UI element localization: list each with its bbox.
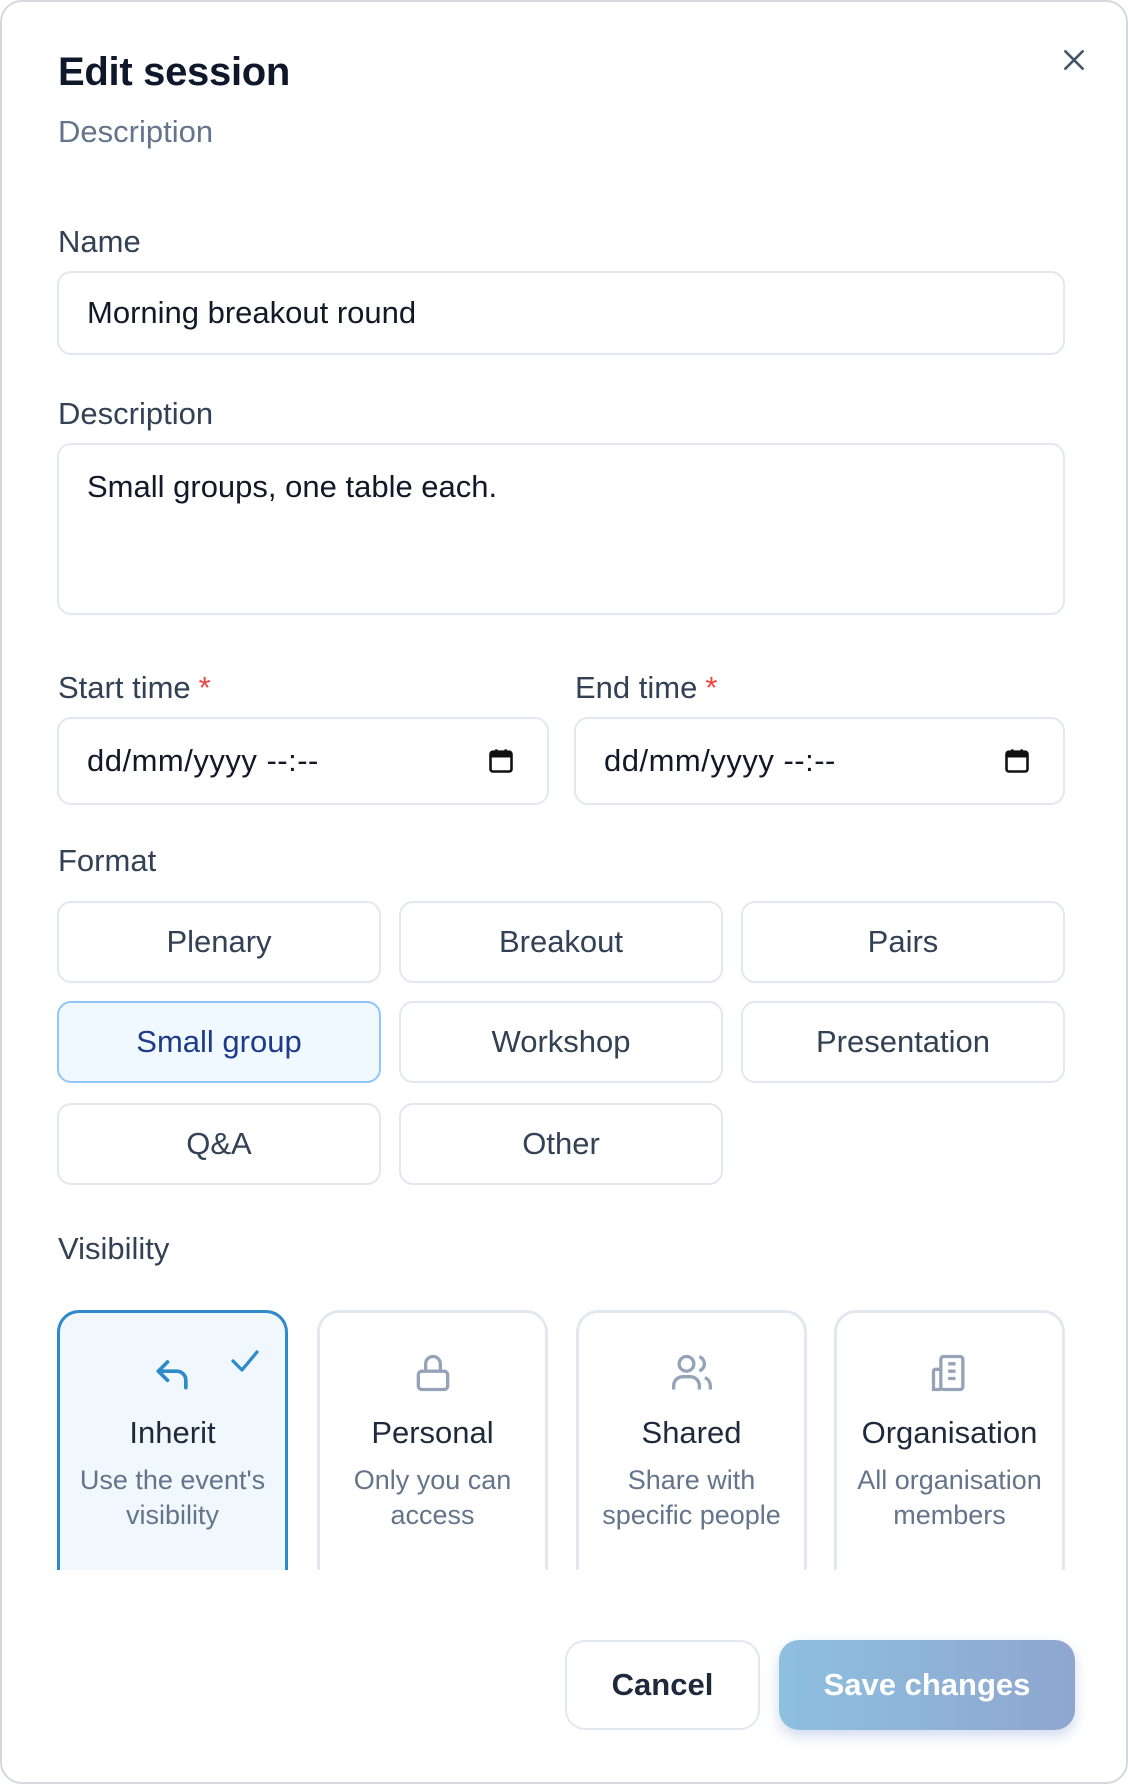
visibility-option-title: Inherit xyxy=(129,1415,216,1450)
format-option-qa[interactable]: Q&A xyxy=(57,1103,381,1185)
visibility-option-title: Organisation xyxy=(861,1415,1038,1450)
save-changes-button[interactable]: Save changes xyxy=(779,1640,1075,1730)
close-button[interactable] xyxy=(1054,40,1094,80)
building-icon xyxy=(931,1354,964,1392)
calendar-icon[interactable] xyxy=(1003,747,1031,775)
format-label: Format xyxy=(58,843,157,878)
visibility-option-title: Shared xyxy=(641,1415,742,1450)
end-time-label-text: End time xyxy=(575,670,698,705)
dialog-subtitle: Description xyxy=(58,114,214,149)
dialog-title: Edit session xyxy=(58,50,291,94)
format-option-other[interactable]: Other xyxy=(399,1103,723,1185)
description-textarea-value: Small groups, one table each. xyxy=(87,469,498,504)
visibility-option-description: Share with specific people xyxy=(602,1465,781,1530)
return-arrow-icon xyxy=(156,1360,188,1390)
required-asterisk: * xyxy=(705,670,718,705)
format-option-breakout[interactable]: Breakout xyxy=(399,901,723,983)
description-label: Description xyxy=(58,396,214,431)
lock-icon xyxy=(416,1354,449,1392)
cancel-button[interactable]: Cancel xyxy=(565,1640,760,1730)
visibility-option-personal[interactable]: Personal Only you can access xyxy=(317,1310,548,1570)
users-icon xyxy=(671,1354,712,1390)
start-time-label: Start time * xyxy=(58,670,211,706)
visibility-option-description: All organisation members xyxy=(857,1465,1042,1530)
end-time-placeholder: dd/mm/yyyy --:-- xyxy=(604,743,836,778)
visibility-option-description: Use the event's visibility xyxy=(79,1465,266,1530)
format-option-presentation[interactable]: Presentation xyxy=(741,1001,1065,1083)
start-time-input[interactable]: dd/mm/yyyy --:-- xyxy=(57,717,549,805)
format-option-plenary[interactable]: Plenary xyxy=(57,901,381,983)
name-input[interactable]: Morning breakout round xyxy=(57,271,1065,355)
close-icon xyxy=(1064,50,1084,70)
visibility-option-shared[interactable]: Shared Share with specific people xyxy=(576,1310,807,1570)
required-asterisk: * xyxy=(198,670,211,705)
visibility-option-inherit[interactable]: Inherit Use the event's visibility xyxy=(57,1310,288,1570)
format-option-workshop[interactable]: Workshop xyxy=(399,1001,723,1083)
visibility-label: Visibility xyxy=(58,1231,170,1266)
name-label: Name xyxy=(58,224,141,259)
edit-session-dialog: Edit session Description Name Morning br… xyxy=(0,0,1128,1784)
format-option-small-group[interactable]: Small group xyxy=(57,1001,381,1083)
start-time-placeholder: dd/mm/yyyy --:-- xyxy=(87,743,319,778)
visibility-option-description: Only you can access xyxy=(353,1465,512,1530)
calendar-icon[interactable] xyxy=(487,747,515,775)
name-input-value: Morning breakout round xyxy=(87,295,417,330)
visibility-option-organisation[interactable]: Organisation All organisation members xyxy=(834,1310,1065,1570)
checkmark-icon xyxy=(231,1350,259,1372)
end-time-label: End time * xyxy=(575,670,717,706)
format-option-pairs[interactable]: Pairs xyxy=(741,901,1065,983)
visibility-option-title: Personal xyxy=(371,1415,494,1450)
description-textarea[interactable]: Small groups, one table each. xyxy=(57,443,1065,615)
end-time-input[interactable]: dd/mm/yyyy --:-- xyxy=(574,717,1065,805)
start-time-label-text: Start time xyxy=(58,670,191,705)
